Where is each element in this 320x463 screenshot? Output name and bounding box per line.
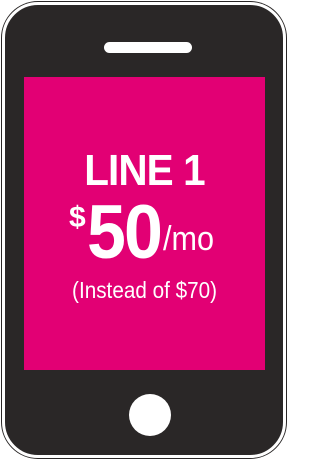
price-amount: 50 xyxy=(86,190,163,275)
home-button-icon xyxy=(129,394,171,436)
phone-illustration: LINE 1 $ 50 /mo (Instead of $70) xyxy=(0,0,290,463)
price-period: /mo xyxy=(163,220,215,258)
phone-screen: LINE 1 $ 50 /mo (Instead of $70) xyxy=(24,77,265,370)
price: $ 50 /mo xyxy=(69,195,220,271)
line-label: LINE 1 xyxy=(84,146,205,195)
speaker-slot-icon xyxy=(104,42,192,53)
original-price-note: (Instead of $70) xyxy=(71,277,217,303)
price-currency: $ xyxy=(69,201,86,234)
